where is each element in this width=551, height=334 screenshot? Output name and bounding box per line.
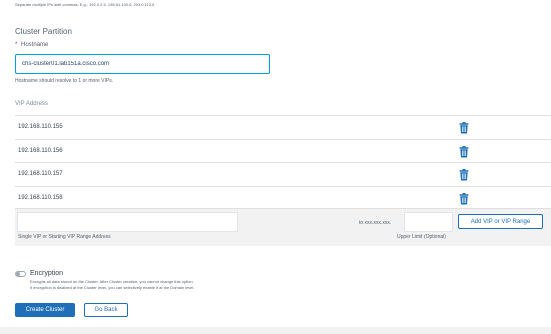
upper-limit-input[interactable]	[404, 212, 453, 232]
hostname-input[interactable]	[15, 54, 270, 74]
vip-row: 192.168.110.156	[15, 138, 551, 163]
upper-limit-label: Upper Limit (Optional)	[397, 234, 446, 240]
hostname-hint: Hostname should resolve to 1 or more VIP…	[15, 78, 114, 84]
encryption-description-secondary: If encryption is disabled at the Cluster…	[30, 285, 195, 290]
create-cluster-button[interactable]: Create Cluster	[15, 303, 75, 317]
encryption-toggle[interactable]	[15, 271, 26, 277]
add-vip-button[interactable]: Add VIP or VIP Range	[458, 214, 543, 229]
trash-icon[interactable]	[459, 122, 469, 134]
go-back-button[interactable]: Go Back	[84, 303, 128, 317]
single-vip-input[interactable]	[17, 212, 238, 232]
hostname-label-text: Hostname	[21, 42, 49, 48]
ip-format-hint: Separate multiple IPs with commas. E.g.,…	[15, 2, 155, 7]
vip-row: 192.168.110.157	[15, 162, 551, 186]
vip-address-header: VIP Address	[15, 101, 48, 107]
trash-icon[interactable]	[459, 145, 469, 158]
add-vip-panel: Single VIP or Starting VIP Range Address…	[15, 209, 551, 246]
encryption-description: Encrypts all data stored on the Cluster.…	[30, 279, 194, 284]
range-to-label: to xxx.xxx.xxx.	[359, 220, 392, 226]
vip-address: 192.168.110.158	[18, 194, 63, 201]
required-mark: *	[15, 42, 18, 48]
trash-icon[interactable]	[459, 169, 469, 181]
section-title: Cluster Partition	[15, 27, 72, 36]
trash-icon[interactable]	[459, 192, 469, 205]
vip-address: 192.168.110.157	[18, 171, 63, 177]
encryption-title: Encryption	[30, 270, 64, 277]
vip-list: 192.168.110.155 192.168.110.156 192.168.…	[15, 115, 551, 209]
vip-row: 192.168.110.158	[15, 185, 551, 209]
single-vip-label: Single VIP or Starting VIP Range Address	[18, 234, 111, 240]
vip-address: 192.168.110.155	[18, 124, 63, 130]
vip-row: 192.168.110.155	[15, 115, 551, 139]
vip-address: 192.168.110.156	[18, 147, 63, 154]
hostname-label: * Hostname	[15, 42, 48, 48]
footer-strip	[0, 327, 551, 334]
toggle-knob	[16, 272, 20, 276]
